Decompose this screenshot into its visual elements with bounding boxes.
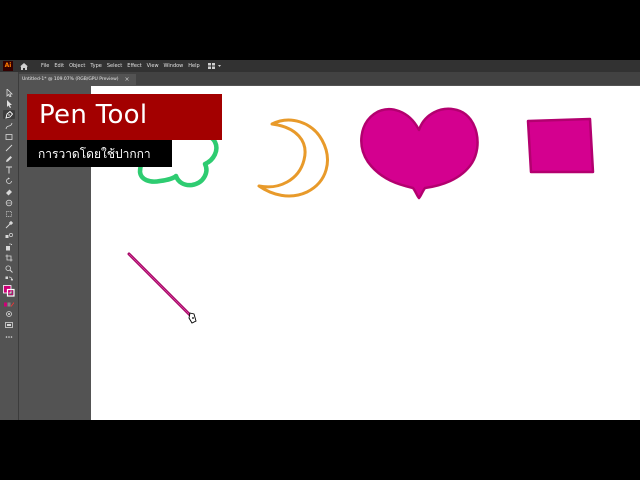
menu-bar: Ai File Edit Object Type Select Effect V… (0, 60, 640, 72)
artboard-tool-icon[interactable] (3, 253, 15, 262)
app-logo: Ai (3, 61, 13, 71)
rotate-tool-icon[interactable] (3, 176, 15, 185)
swap-fill-stroke-icon[interactable] (3, 275, 15, 284)
menu-view[interactable]: View (147, 63, 159, 69)
eyedropper-tool-icon[interactable] (3, 220, 15, 229)
document-tab[interactable]: Untitled-1* @ 109.07% (RGB/GPU Preview) … (18, 74, 136, 85)
free-transform-tool-icon[interactable] (3, 209, 15, 218)
symbol-sprayer-tool-icon[interactable] (3, 242, 15, 251)
pencil-tool-icon[interactable] (3, 154, 15, 163)
document-tab-label: Untitled-1* @ 109.07% (RGB/GPU Preview) (22, 77, 119, 82)
screen-mode-icon[interactable] (3, 320, 15, 329)
menu-effect[interactable]: Effect (127, 63, 141, 69)
title-text: Pen Tool (39, 100, 148, 130)
curvature-tool-icon[interactable] (3, 121, 15, 130)
color-mode-icon[interactable] (3, 300, 15, 309)
warp-tool-icon[interactable] (3, 198, 15, 207)
pen-tool-icon[interactable] (3, 110, 15, 119)
letterbox-top (0, 0, 640, 60)
close-icon[interactable]: × (125, 76, 130, 83)
type-tool-icon[interactable] (3, 165, 15, 174)
direct-selection-tool-icon[interactable] (3, 99, 15, 108)
menu-file[interactable]: File (41, 63, 49, 69)
tools-panel (0, 72, 19, 420)
subtitle-text: การวาดโดยใช้ปากกา (38, 147, 151, 161)
blend-tool-icon[interactable] (3, 231, 15, 240)
eraser-tool-icon[interactable] (3, 187, 15, 196)
menu-object[interactable]: Object (69, 63, 85, 69)
document-tab-bar: Untitled-1* @ 109.07% (RGB/GPU Preview) … (18, 72, 640, 85)
selection-tool-icon[interactable] (3, 88, 15, 97)
subtitle-banner: การวาดโดยใช้ปากกา (27, 140, 172, 167)
fill-stroke-swatch[interactable] (3, 285, 15, 297)
letterbox-bottom (0, 420, 640, 480)
zoom-tool-icon[interactable] (3, 264, 15, 273)
draw-mode-icon[interactable] (3, 309, 15, 318)
menu-help[interactable]: Help (188, 63, 199, 69)
title-banner: Pen Tool (27, 94, 222, 140)
menu-window[interactable]: Window (164, 63, 184, 69)
menu-edit[interactable]: Edit (54, 63, 64, 69)
home-icon[interactable] (19, 61, 29, 71)
menu-type[interactable]: Type (90, 63, 101, 69)
menu-select[interactable]: Select (107, 63, 122, 69)
workspace-switcher[interactable] (207, 63, 222, 69)
rectangle-tool-icon[interactable] (3, 132, 15, 141)
line-tool-icon[interactable] (3, 143, 15, 152)
more-tools-icon[interactable] (3, 332, 15, 341)
